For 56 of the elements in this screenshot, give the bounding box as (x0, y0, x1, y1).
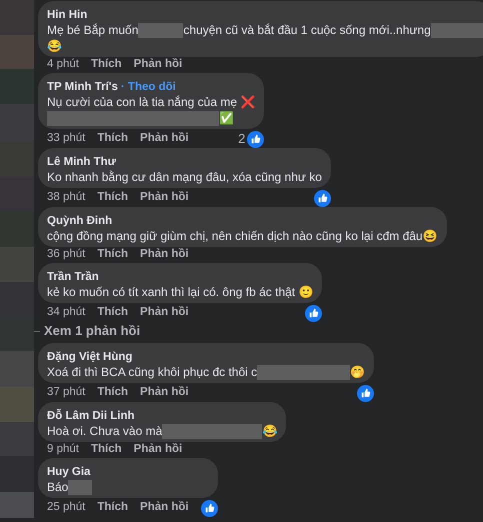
reply-link[interactable]: Phản hồi (140, 191, 189, 205)
comment-text: cộng đồng mạng giữ giùm chị, nên chiến dịch nào cũng ko lại cđm đâu😆 (47, 228, 438, 244)
reply-link[interactable]: Phản hồi (134, 443, 182, 457)
like-link[interactable]: Thích (97, 386, 128, 400)
redaction (68, 480, 92, 494)
timestamp: 9 phút (47, 443, 79, 457)
like-link[interactable]: Thích (97, 132, 128, 146)
author-name[interactable]: Hin Hin (47, 9, 88, 21)
comment-text: chuyện cũ và bắt đầu 1 cuộc sống mới..nhưng (183, 22, 431, 38)
comment-text: 😂 (262, 423, 278, 439)
redaction (430, 22, 483, 38)
like-link[interactable]: Thích (97, 501, 128, 515)
timestamp: 37 phút (47, 386, 86, 400)
comment-text: Báo (47, 479, 68, 495)
reply-link[interactable]: Phản hồi (140, 501, 189, 515)
timestamp: 34 phút (47, 306, 86, 320)
comment-text: ✅ (219, 110, 234, 126)
author-name[interactable]: TP Minh Trí's (47, 81, 118, 93)
author-name[interactable]: Lê Minh Thư (47, 156, 116, 168)
reply-link[interactable]: Phản hồi (140, 248, 189, 262)
reply-link[interactable]: Phản hồi (140, 306, 189, 320)
timestamp: 4 phút (47, 58, 79, 72)
like-icon (357, 384, 374, 402)
reaction-count: 2 (238, 131, 246, 147)
redaction (138, 22, 184, 38)
comment-text: Ko nhanh bằng cư dân mạng đâu, xóa cũng như ko (47, 169, 322, 185)
comment-text: 🤭 (350, 364, 366, 380)
like-icon (305, 304, 322, 322)
timestamp: 25 phút (47, 501, 86, 515)
timestamp: 33 phút (47, 132, 86, 146)
author-name[interactable]: Trần Trần (47, 271, 99, 283)
reply-link[interactable]: Phản hồi (140, 132, 189, 146)
timestamp: 38 phút (47, 191, 86, 205)
like-link[interactable]: Thích (97, 306, 128, 320)
comment-text: 😂 (47, 38, 62, 54)
author-name[interactable]: Quỳnh Đinh (47, 215, 112, 227)
comment-text: Nụ cười của con là tia nắng của mẹ ❌ (47, 94, 256, 110)
like-icon (200, 500, 218, 516)
like-link[interactable]: Thích (90, 443, 122, 457)
reply-link[interactable]: Phản hồi (140, 386, 189, 400)
author-name[interactable]: Đặng Việt Hùng (47, 351, 132, 363)
author-name[interactable]: Đỗ Lâm Dii Linh (47, 410, 135, 422)
reply-link[interactable]: Phản hồi (134, 58, 182, 72)
follow-link[interactable]: · Theo dõi (120, 81, 176, 93)
comment-text: kẻ ko muốn có tít xanh thì lại có. ông fb ác thật 🙂 (47, 284, 314, 300)
like-link[interactable]: Thích (97, 248, 128, 262)
comment-text: Xoá đi thì BCA cũng khôi phục đc thôi c (47, 364, 258, 380)
like-link[interactable]: Thích (97, 191, 128, 205)
like-link[interactable]: Thích (90, 58, 122, 72)
like-icon (247, 130, 264, 148)
comment-text: Mẹ bé Bắp muốn (47, 22, 138, 38)
like-icon (314, 190, 331, 206)
timestamp: 36 phút (47, 248, 86, 262)
view-replies-link[interactable]: Xem 1 phản hồi (44, 323, 140, 339)
comment-text: Hoà ơi. Chưa vào mà (47, 423, 162, 439)
author-name[interactable]: Huy Gia (47, 466, 90, 478)
